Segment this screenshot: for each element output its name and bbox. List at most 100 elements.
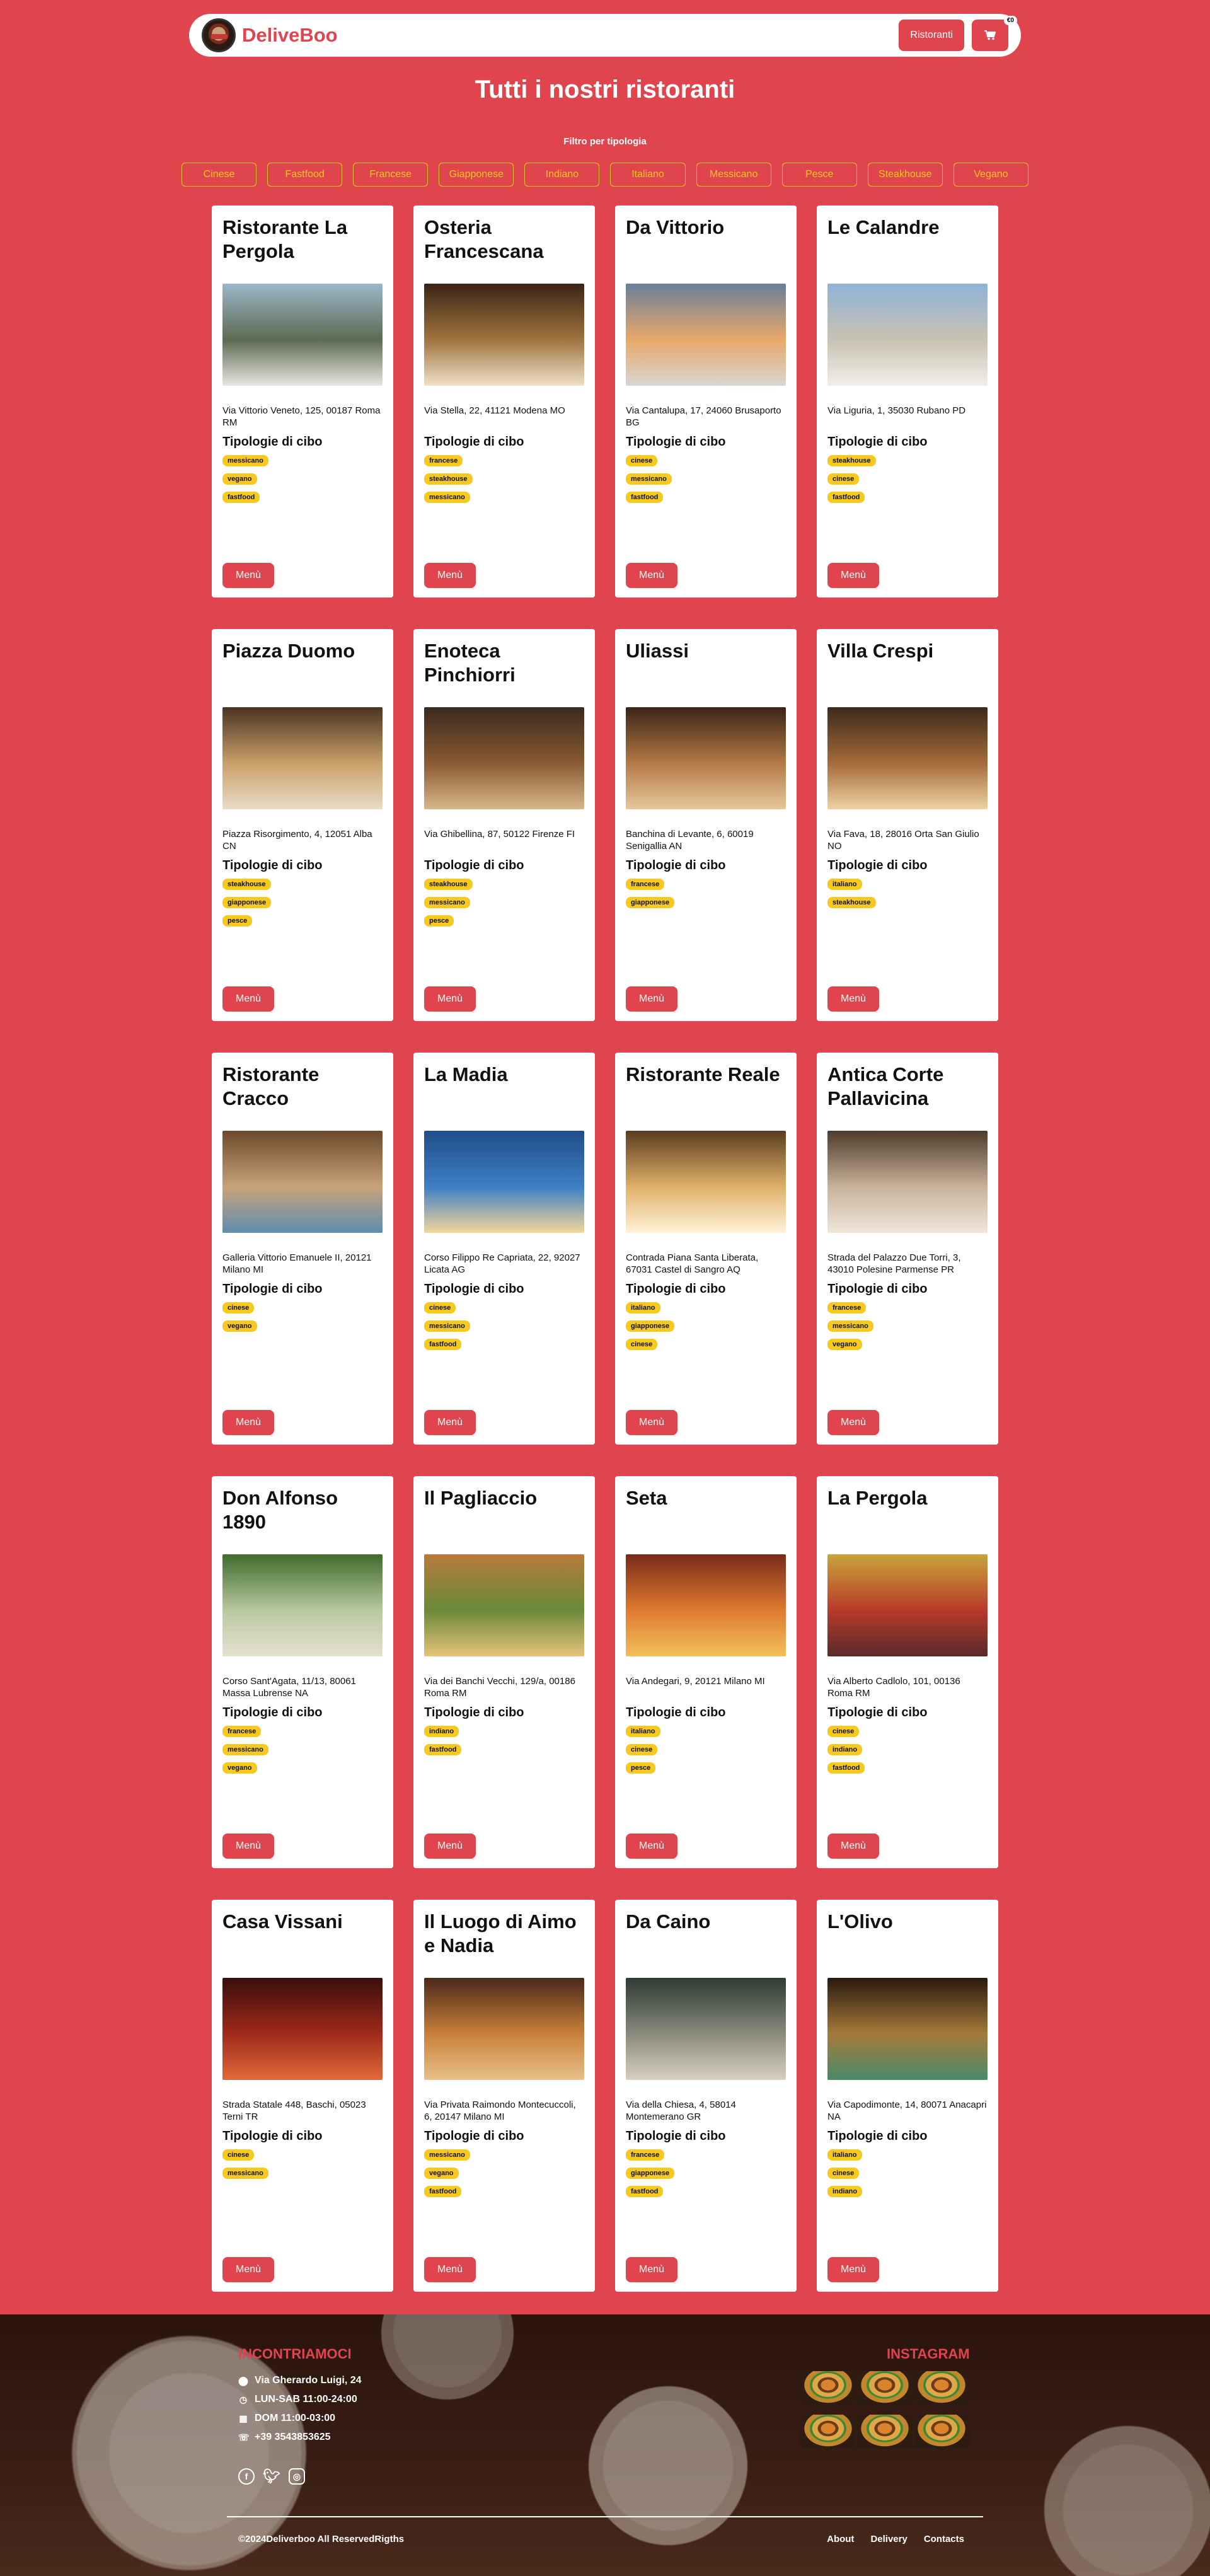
restaurant-address: Corso Sant'Agata, 11/13, 80061 Massa Lub… — [222, 1676, 356, 1699]
cart-button[interactable]: €0 — [972, 16, 1017, 51]
menu-button[interactable]: Menù — [222, 986, 274, 1012]
food-types-heading: Tipologie di cibo — [424, 1282, 524, 1296]
restaurant-image — [222, 284, 383, 386]
instagram-burger-image[interactable] — [800, 2371, 856, 2406]
food-type-tag: francese — [222, 1726, 262, 1737]
brand[interactable]: DeliveBoo — [202, 18, 338, 52]
menu-button[interactable]: Menù — [827, 1410, 879, 1435]
menu-button[interactable]: Menù — [424, 986, 476, 1012]
filter-vegano[interactable]: Vegano — [953, 163, 1028, 187]
restaurant-card: Le Calandre Via Liguria, 1, 35030 Rubano … — [817, 205, 998, 598]
restaurant-name: Da Caino — [626, 1910, 711, 1932]
filter-messicano[interactable]: Messicano — [696, 163, 771, 187]
restaurant-card: L'Olivo Via Capodimonte, 14, 80071 Anacap… — [817, 1900, 998, 2292]
restaurant-address: Galleria Vittorio Emanuele II, 20121 Mil… — [222, 1252, 372, 1275]
food-type-tags: cinese vegano — [222, 1302, 257, 1332]
food-type-tags: francese messicano vegano — [827, 1302, 873, 1350]
footer-link-contacts[interactable]: Contacts — [924, 2534, 964, 2544]
restaurant-image — [222, 1978, 383, 2080]
restaurant-card: Il Pagliaccio Via dei Banchi Vecchi, 129/… — [413, 1476, 595, 1868]
footer: INCONTRIAMOCI ⬤ Via Gherardo Luigi, 24 ◷ L… — [0, 2314, 1210, 2576]
menu-button[interactable]: Menù — [424, 1410, 476, 1435]
menu-button[interactable]: Menù — [222, 1834, 274, 1859]
restaurant-name: Da Vittorio — [626, 216, 725, 238]
filter-label: Filtro per tipologia — [563, 136, 647, 147]
menu-button[interactable]: Menù — [424, 2257, 476, 2282]
food-type-tags: francese messicano vegano — [222, 1726, 268, 1774]
menu-button[interactable]: Menù — [626, 1410, 677, 1435]
menu-button[interactable]: Menù — [222, 1410, 274, 1435]
menu-button[interactable]: Menù — [626, 1834, 677, 1859]
navbar: DeliveBoo Ristoranti €0 — [189, 14, 1021, 57]
food-type-tag: messicano — [222, 2168, 268, 2179]
food-type-tag: francese — [626, 879, 665, 890]
footer-link-delivery[interactable]: Delivery — [870, 2534, 907, 2544]
food-type-tag: francese — [424, 455, 463, 466]
restaurant-image — [626, 1978, 786, 2080]
restaurant-card: La Madia Corso Filippo Re Capriata, 22, 9… — [413, 1053, 595, 1445]
restaurant-address: Via Stella, 22, 41121 Modena MO — [424, 405, 565, 416]
twitter-icon[interactable]: 🐦︎ — [263, 2468, 280, 2485]
hours-sunday-text: DOM 11:00-03:00 — [255, 2413, 336, 2423]
filter-indiano[interactable]: Indiano — [524, 163, 600, 187]
food-type-tag: messicano — [626, 473, 672, 485]
restaurant-name: Ristorante La Pergola — [222, 216, 348, 262]
food-type-tag: cinese — [827, 473, 860, 485]
menu-button[interactable]: Menù — [424, 1834, 476, 1859]
filter-italiano[interactable]: Italiano — [610, 163, 686, 187]
food-type-tag: vegano — [222, 473, 257, 485]
food-type-tag: fastfood — [424, 2186, 462, 2197]
menu-button[interactable]: Menù — [827, 986, 879, 1012]
restaurants-button[interactable]: Ristoranti — [899, 20, 964, 51]
instagram-burger-image[interactable] — [914, 2415, 969, 2449]
restaurant-address: Strada del Palazzo Due Torri, 3, 43010 P… — [827, 1252, 961, 1275]
restaurant-card: La Pergola Via Alberto Cadlolo, 101, 0013… — [817, 1476, 998, 1868]
restaurant-image — [827, 1131, 988, 1233]
restaurant-name: La Pergola — [827, 1487, 928, 1509]
menu-button[interactable]: Menù — [626, 2257, 677, 2282]
restaurant-address: Via Ghibellina, 87, 50122 Firenze FI — [424, 829, 575, 840]
instagram-burger-image[interactable] — [800, 2415, 856, 2449]
restaurant-address: Banchina di Levante, 6, 60019 Senigallia… — [626, 829, 754, 852]
food-type-tags: steakhouse cinese fastfood — [827, 455, 876, 503]
restaurant-card: Piazza Duomo Piazza Risorgimento, 4, 1205… — [212, 629, 393, 1021]
restaurant-name: Antica Corte Pallavicina — [827, 1063, 944, 1109]
food-type-tag: messicano — [222, 455, 268, 466]
restaurant-address: Via Privata Raimondo Montecuccoli, 6, 20… — [424, 2099, 576, 2122]
food-type-tags: messicano vegano fastfood — [222, 455, 268, 503]
restaurant-address: Via Liguria, 1, 35030 Rubano PD — [827, 405, 966, 416]
instagram-burger-image[interactable] — [857, 2371, 913, 2406]
filter-cinese[interactable]: Cinese — [182, 163, 257, 187]
instagram-burger-image[interactable] — [857, 2415, 913, 2449]
phone-line: ☏ +39 3543853625 — [238, 2428, 362, 2447]
menu-button[interactable]: Menù — [827, 2257, 879, 2282]
page-title: Tutti i nostri ristoranti — [475, 76, 735, 103]
menu-button[interactable]: Menù — [424, 563, 476, 588]
phone-icon: ☏ — [238, 2432, 250, 2442]
facebook-icon[interactable]: f — [238, 2468, 255, 2485]
filter-pesce[interactable]: Pesce — [781, 163, 857, 187]
menu-button[interactable]: Menù — [626, 563, 677, 588]
restaurant-image — [626, 1554, 786, 1656]
restaurant-image — [222, 1131, 383, 1233]
food-type-tag: italiano — [827, 879, 862, 890]
instagram-icon[interactable]: ◎ — [289, 2468, 305, 2485]
footer-link-about[interactable]: About — [827, 2534, 854, 2544]
menu-button[interactable]: Menù — [222, 2257, 274, 2282]
food-types-heading: Tipologie di cibo — [222, 2129, 323, 2143]
filter-fastfood[interactable]: Fastfood — [267, 163, 343, 187]
filter-giapponese[interactable]: Giapponese — [439, 163, 514, 187]
food-type-tag: messicano — [424, 1320, 470, 1332]
restaurant-image — [424, 1978, 584, 2080]
restaurant-name: Il Pagliaccio — [424, 1487, 538, 1509]
instagram-burger-image[interactable] — [914, 2371, 969, 2406]
menu-button[interactable]: Menù — [827, 1834, 879, 1859]
filter-steakhouse[interactable]: Steakhouse — [867, 163, 943, 187]
restaurant-address: Via Fava, 18, 28016 Orta San Giulio NO — [827, 829, 979, 852]
food-type-tag: italiano — [827, 2149, 862, 2161]
filter-francese[interactable]: Francese — [353, 163, 429, 187]
menu-button[interactable]: Menù — [626, 986, 677, 1012]
menu-button[interactable]: Menù — [222, 563, 274, 588]
menu-button[interactable]: Menù — [827, 563, 879, 588]
food-types-heading: Tipologie di cibo — [626, 435, 726, 449]
